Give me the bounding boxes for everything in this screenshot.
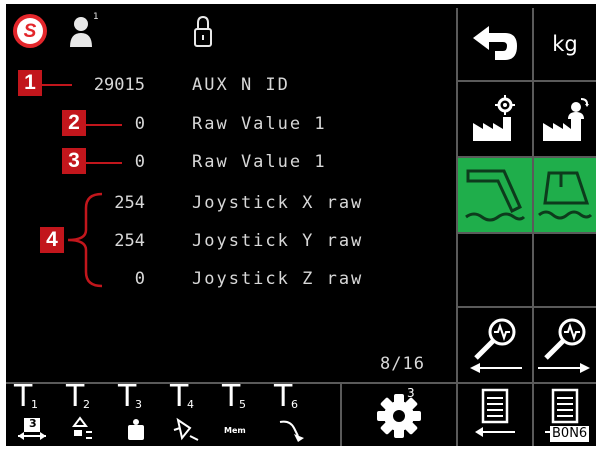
tool-number: 1 — [31, 398, 38, 411]
row-label: AUX N ID — [192, 75, 290, 95]
tool-number: 4 — [187, 398, 194, 411]
row-label: Joystick Y raw — [192, 231, 364, 251]
callout-leader — [86, 124, 122, 126]
tool-mini-text: Mem — [224, 426, 246, 435]
tool-label: T — [274, 379, 293, 414]
tool-number: 2 — [83, 398, 90, 411]
group-bracket — [67, 192, 103, 288]
grid-line — [456, 232, 596, 234]
search-next-button[interactable] — [534, 308, 596, 382]
search-prev-button[interactable] — [458, 308, 532, 382]
bucket-mode-button[interactable] — [534, 158, 596, 232]
tool-button-5[interactable]: T 5 Mem — [218, 382, 268, 444]
image-code: B0N6 — [550, 426, 590, 442]
callout-badge: 1 — [18, 70, 42, 96]
tool-number: 6 — [291, 398, 298, 411]
row-label: Raw Value 1 — [192, 152, 327, 172]
callout-leader — [42, 84, 72, 86]
page-indicator: 8/16 — [380, 354, 425, 374]
tool-button-3[interactable]: T 3 — [114, 382, 164, 444]
tool-4-icon — [173, 417, 199, 441]
factory-restore-icon — [543, 98, 589, 141]
tool-label: T — [14, 379, 33, 414]
settings-superscript: 3 — [407, 386, 415, 400]
settings-button[interactable]: 3 — [344, 384, 454, 446]
tool-button-1[interactable]: T 1 3 — [10, 382, 60, 444]
tool-number: 3 — [135, 398, 142, 411]
callout-badge: 3 — [62, 148, 86, 174]
gear-icon — [377, 394, 421, 438]
padlock-icon[interactable] — [193, 14, 213, 48]
tool-button-4[interactable]: T 4 — [166, 382, 216, 444]
tool-label: T — [222, 379, 241, 414]
boom-icon — [465, 169, 526, 222]
tool-badge: 3 — [29, 417, 37, 430]
tool-button-2[interactable]: T 2 — [62, 382, 112, 444]
row-value: 29015 — [93, 75, 145, 95]
tool-2-icon — [72, 416, 92, 439]
tool-number: 5 — [239, 398, 246, 411]
bucket-icon — [538, 171, 593, 220]
list-prev-icon — [475, 388, 515, 437]
callout-badge: 2 — [62, 110, 86, 136]
row-label: Raw Value 1 — [192, 114, 327, 134]
unit-label: kg — [552, 32, 578, 56]
boom-mode-button[interactable] — [458, 158, 532, 232]
factory-restore-button[interactable] — [534, 82, 596, 156]
user-superscript: 1 — [93, 12, 99, 22]
row-label: Joystick Z raw — [192, 269, 364, 289]
back-button[interactable] — [458, 8, 532, 80]
factory-settings-icon — [473, 95, 515, 141]
weight-icon — [128, 419, 144, 440]
search-next-icon — [538, 318, 590, 373]
search-prev-icon — [470, 318, 522, 373]
tool-label: T — [118, 379, 137, 414]
brand-logo: S — [13, 14, 47, 48]
list-prev-button[interactable] — [458, 384, 532, 446]
logo-letter: S — [23, 20, 37, 42]
user-icon[interactable]: 1 — [66, 12, 100, 48]
back-arrow-icon — [473, 26, 517, 60]
callout-leader — [86, 162, 122, 164]
callout-badge: 4 — [40, 227, 64, 253]
tool-6-icon — [279, 420, 304, 442]
tool-label: T — [170, 379, 189, 414]
unit-button[interactable]: kg — [534, 8, 596, 80]
toolbar-separator — [340, 382, 342, 446]
tool-button-6[interactable]: T 6 — [270, 382, 320, 444]
screen: S 1 29015 AUX N ID 0 Raw Value 1 0 Raw V… — [0, 0, 603, 452]
factory-settings-button[interactable] — [458, 82, 532, 156]
row-label: Joystick X raw — [192, 193, 364, 213]
tool-label: T — [66, 379, 85, 414]
